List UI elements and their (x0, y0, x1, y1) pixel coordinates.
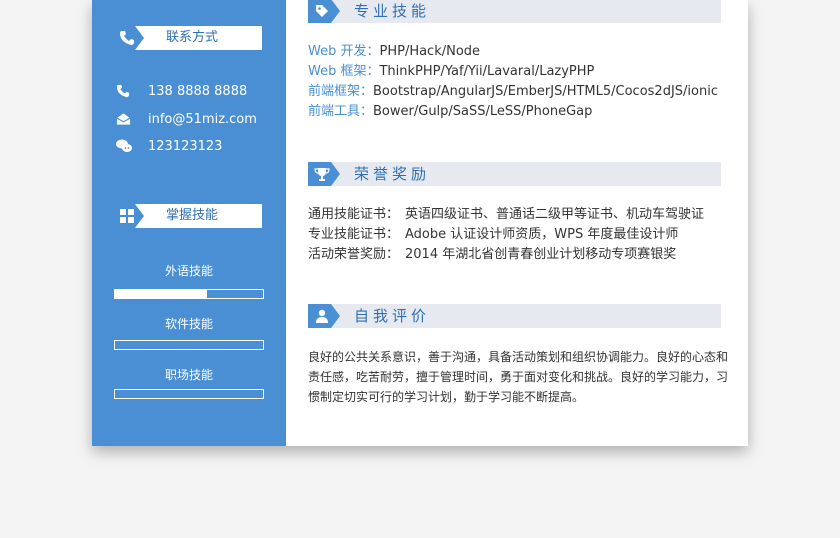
email-text: info@51miz.com (148, 112, 257, 127)
evaluation-section-header: 自我评价 (308, 304, 721, 328)
windows-icon (114, 204, 144, 228)
wechat-icon (116, 139, 132, 152)
honor-line: 活动荣誉奖励： 2014 年湖北省创青春创业计划移动专项赛银奖 (308, 247, 677, 262)
skills-header: 掌握技能 (114, 204, 262, 228)
skills-header-label: 掌握技能 (166, 208, 219, 223)
skill-label-language: 外语技能 (164, 264, 213, 278)
honors-section-title: 荣誉奖励 (354, 165, 431, 183)
skills-section-title: 专业技能 (354, 2, 431, 20)
evaluation-text: 良好的公共关系意识，善于沟通，具备活动策划和组织协调能力。良好的心态和责任感，吃… (308, 350, 729, 404)
phone-text: 138 8888 8888 (148, 84, 248, 99)
sidebar: 联系方式 138 8888 8888 info@51miz.com 123123… (92, 0, 286, 446)
phone-icon (116, 84, 130, 98)
skill-line: Web 框架：ThinkPHP/Yaf/Yii/Lavaral/LazyPHP (308, 64, 595, 79)
skills-section-header: 专业技能 (308, 0, 721, 23)
main-content: 专业技能 Web 开发：PHP/Hack/Node Web 框架：ThinkPH… (286, 0, 748, 446)
skill-label-software: 软件技能 (164, 317, 213, 331)
skill-line: 前端工具：Bower/Gulp/SaSS/LeSS/PhoneGap (308, 104, 593, 119)
contact-header-label: 联系方式 (166, 30, 219, 45)
user-icon (308, 304, 340, 328)
skill-line: Web 开发：PHP/Hack/Node (308, 44, 481, 59)
honor-line: 通用技能证书： 英语四级证书、普通话二级甲等证书、机动车驾驶证 (308, 207, 705, 222)
skill-bar-workplace (114, 389, 264, 399)
resume-page: 联系方式 138 8888 8888 info@51miz.com 123123… (92, 0, 748, 446)
skill-bar-software (114, 340, 264, 350)
trophy-icon (308, 162, 340, 186)
mail-icon (116, 113, 131, 125)
skill-label-workplace: 职场技能 (164, 368, 213, 382)
contact-header: 联系方式 (114, 26, 262, 50)
honor-line: 专业技能证书： Adobe 认证设计师资质，WPS 年度最佳设计师 (308, 227, 679, 242)
wechat-text: 123123123 (148, 139, 223, 154)
skill-bar-language (114, 289, 264, 299)
skill-line: 前端框架：Bootstrap/AngularJS/EmberJS/HTML5/C… (308, 84, 718, 99)
evaluation-section-title: 自我评价 (354, 307, 431, 325)
tag-icon (308, 0, 340, 23)
honors-section-header: 荣誉奖励 (308, 162, 721, 186)
phone-icon (114, 26, 144, 50)
